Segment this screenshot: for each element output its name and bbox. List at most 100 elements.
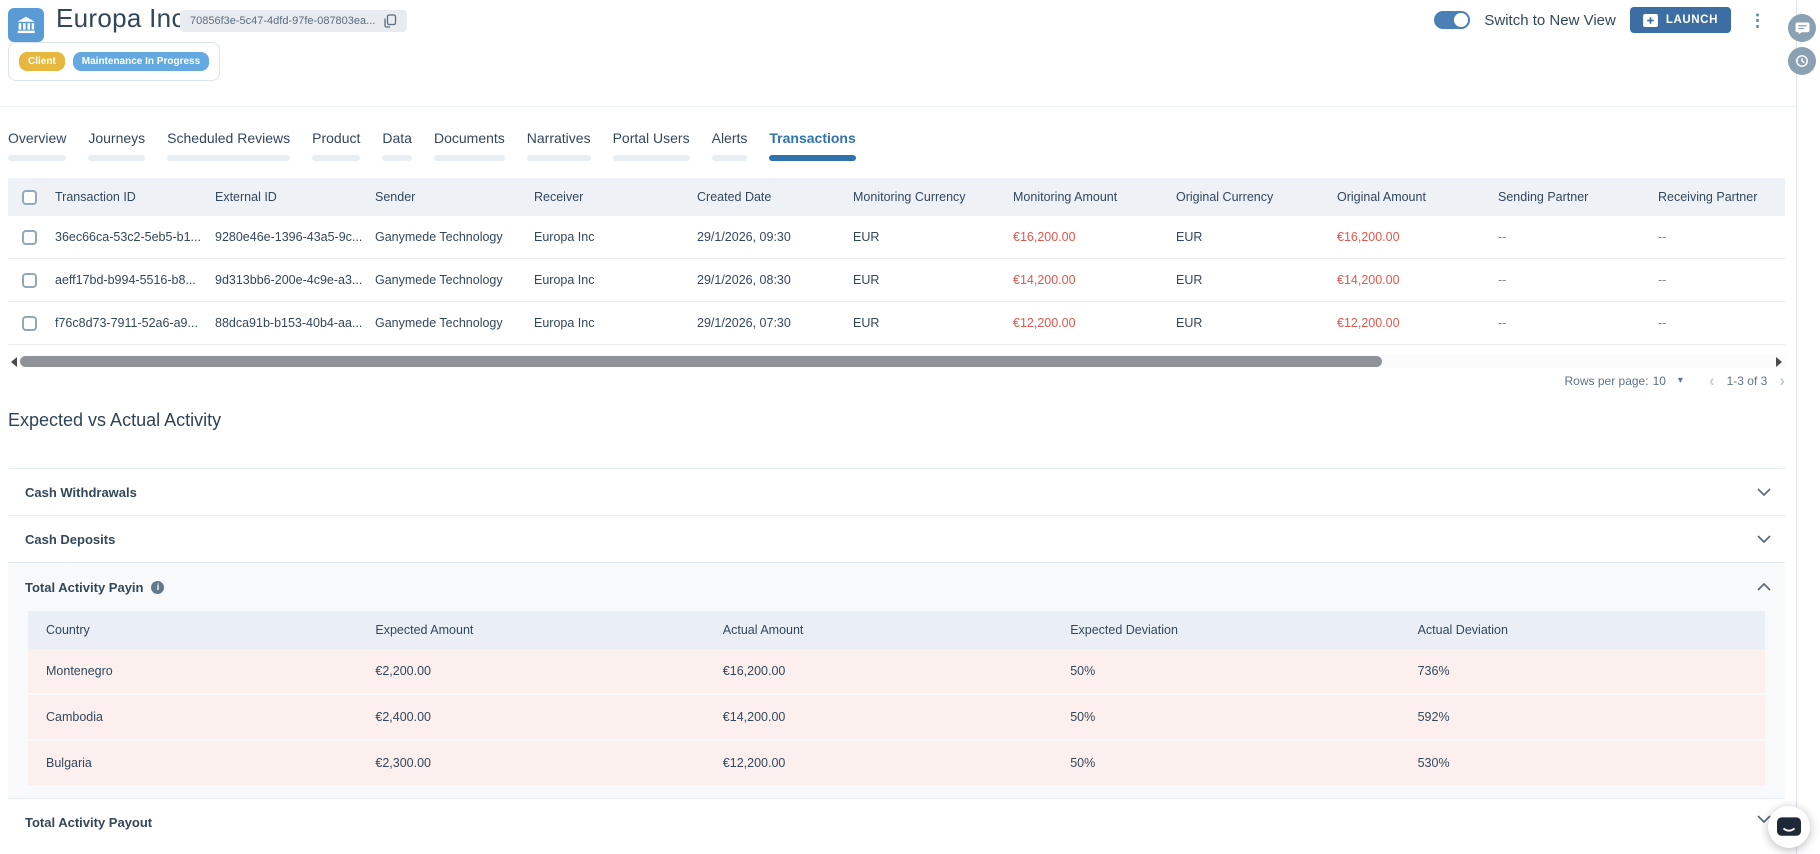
payin-row: Montenegro €2,200.00 €16,200.00 50% 736% — [28, 649, 1765, 695]
tab[interactable]: Journeys — [88, 130, 145, 161]
tab[interactable]: Overview — [8, 130, 66, 161]
tab-underline — [8, 155, 66, 161]
scroll-left-arrow-icon[interactable] — [11, 357, 17, 367]
payin-row: Cambodia €2,400.00 €14,200.00 50% 592% — [28, 695, 1765, 741]
cell-original-amount: €16,200.00 — [1337, 230, 1498, 244]
activity-section-title: Expected vs Actual Activity — [8, 410, 221, 431]
tab-label: Journeys — [88, 130, 145, 146]
transactions-table-body: 36ec66ca-53c2-5eb5-b1... 9280e46e-1396-4… — [8, 216, 1785, 345]
cell-expected-amount: €2,400.00 — [375, 710, 722, 724]
panel-total-activity-payout[interactable]: Total Activity Payout — [8, 798, 1785, 852]
info-icon[interactable]: i — [151, 581, 164, 594]
cell-monitoring-amount: €12,200.00 — [1013, 316, 1176, 330]
cell-external-id: 88dca91b-b153-40b4-aa... — [215, 316, 375, 330]
tab[interactable]: Portal Users — [613, 130, 690, 161]
panel-label: Total Activity Payin — [25, 580, 143, 595]
cell-sending-partner: -- — [1498, 316, 1658, 330]
panel-total-activity-payin-header[interactable]: Total Activity Payin i — [8, 563, 1785, 611]
tab[interactable]: Product — [312, 130, 360, 161]
toggle-knob — [1454, 13, 1468, 27]
tab[interactable]: Transactions — [769, 130, 855, 161]
cell-receiver: Europa Inc — [534, 230, 697, 244]
chat-launcher-button[interactable] — [1768, 806, 1810, 848]
cell-actual-amount: €14,200.00 — [723, 710, 1070, 724]
cell-receiving-partner: -- — [1658, 273, 1785, 287]
transaction-row[interactable]: f76c8d73-7911-52a6-a9... 88dca91b-b153-4… — [8, 302, 1785, 345]
switch-view-label: Switch to New View — [1484, 12, 1615, 29]
cell-original-currency: EUR — [1176, 230, 1337, 244]
tab-label: Transactions — [769, 130, 855, 146]
rows-per-page-caret-icon[interactable]: ▾ — [1678, 375, 1683, 386]
tab-underline — [167, 155, 290, 161]
tag-maintenance: Maintenance In Progress — [73, 52, 209, 71]
launch-button[interactable]: LAUNCH — [1630, 7, 1731, 33]
comment-icon — [1795, 22, 1810, 35]
tab-underline — [613, 155, 690, 161]
col-actual-amount: Actual Amount — [723, 623, 1070, 637]
activity-accordion: Cash Withdrawals Cash Deposits Total Act… — [8, 468, 1785, 852]
tab[interactable]: Narratives — [527, 130, 591, 161]
tab-label: Documents — [434, 130, 505, 146]
row-checkbox[interactable] — [22, 273, 37, 288]
cell-expected-deviation: 50% — [1070, 756, 1417, 770]
client-profile-page: Europa Inc 70856f3e-5c47-4dfd-97fe-08780… — [0, 0, 1820, 854]
cell-expected-amount: €2,200.00 — [375, 664, 722, 678]
tab-label: Portal Users — [613, 130, 690, 146]
cell-created-date: 29/1/2026, 08:30 — [697, 273, 853, 287]
select-all-checkbox[interactable] — [22, 190, 37, 205]
tab-underline — [769, 155, 855, 161]
cell-country: Bulgaria — [28, 756, 375, 770]
cell-country: Cambodia — [28, 710, 375, 724]
cell-actual-amount: €12,200.00 — [723, 756, 1070, 770]
history-clock-icon — [1794, 53, 1810, 69]
transaction-row[interactable]: 36ec66ca-53c2-5eb5-b1... 9280e46e-1396-4… — [8, 216, 1785, 259]
tab[interactable]: Alerts — [712, 130, 748, 161]
cell-receiving-partner: -- — [1658, 230, 1785, 244]
cell-original-currency: EUR — [1176, 316, 1337, 330]
cell-sender: Ganymede Technology — [375, 273, 534, 287]
scroll-right-arrow-icon[interactable] — [1776, 357, 1782, 367]
tab-underline — [382, 155, 412, 161]
tab[interactable]: Documents — [434, 130, 505, 161]
tab-label: Narratives — [527, 130, 591, 146]
panel-cash-deposits[interactable]: Cash Deposits — [8, 515, 1785, 562]
copy-icon[interactable] — [384, 14, 397, 28]
comments-button[interactable] — [1788, 14, 1816, 42]
next-page-icon[interactable]: › — [1779, 372, 1785, 389]
header-divider — [0, 106, 1796, 107]
chevron-down-icon — [1757, 535, 1771, 543]
scrollbar-thumb[interactable] — [20, 356, 1382, 367]
col-expected-deviation: Expected Deviation — [1070, 623, 1417, 637]
chevron-down-icon — [1757, 488, 1771, 496]
row-checkbox[interactable] — [22, 230, 37, 245]
tab-underline — [312, 155, 360, 161]
col-monitoring-amount: Monitoring Amount — [1013, 190, 1176, 204]
cell-sending-partner: -- — [1498, 230, 1658, 244]
prev-page-icon[interactable]: ‹ — [1709, 372, 1715, 389]
pagination-range: 1-3 of 3 — [1727, 374, 1768, 388]
cell-transaction-id: f76c8d73-7911-52a6-a9... — [55, 316, 215, 330]
cell-sender: Ganymede Technology — [375, 230, 534, 244]
row-checkbox[interactable] — [22, 316, 37, 331]
panel-label: Cash Deposits — [25, 532, 115, 547]
kebab-menu-icon[interactable]: ⋮ — [1745, 10, 1770, 31]
cell-external-id: 9d313bb6-200e-4c9e-a3... — [215, 273, 375, 287]
col-transaction-id: Transaction ID — [55, 190, 215, 204]
cell-expected-amount: €2,300.00 — [375, 756, 722, 770]
cell-actual-deviation: 736% — [1418, 664, 1765, 678]
transaction-row[interactable]: aeff17bd-b994-5516-b8... 9d313bb6-200e-4… — [8, 259, 1785, 302]
col-actual-deviation: Actual Deviation — [1418, 623, 1765, 637]
cell-receiving-partner: -- — [1658, 316, 1785, 330]
cell-external-id: 9280e46e-1396-43a5-9c... — [215, 230, 375, 244]
col-original-amount: Original Amount — [1337, 190, 1498, 204]
switch-view-toggle[interactable] — [1434, 11, 1470, 29]
cell-actual-deviation: 592% — [1418, 710, 1765, 724]
history-button[interactable] — [1788, 47, 1816, 75]
cell-actual-amount: €16,200.00 — [723, 664, 1070, 678]
panel-cash-withdrawals[interactable]: Cash Withdrawals — [8, 468, 1785, 515]
payin-table: Country Expected Amount Actual Amount Ex… — [28, 611, 1765, 787]
rows-per-page-value[interactable]: 10 — [1653, 374, 1666, 388]
tab[interactable]: Scheduled Reviews — [167, 130, 290, 161]
cell-monitoring-currency: EUR — [853, 316, 1013, 330]
tab[interactable]: Data — [382, 130, 412, 161]
